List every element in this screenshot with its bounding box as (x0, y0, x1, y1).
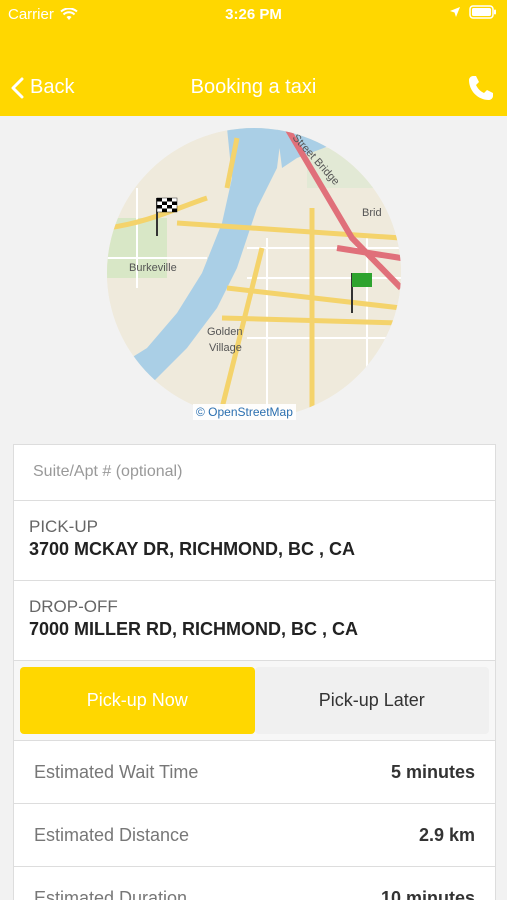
pickup-now-button[interactable]: Pick-up Now (20, 667, 255, 734)
status-bar: Carrier 3:26 PM (0, 0, 507, 30)
estimate-label: Estimated Distance (34, 824, 190, 845)
suite-apt-placeholder: Suite/Apt # (optional) (33, 463, 183, 480)
location-arrow-icon (450, 7, 460, 17)
dropoff-label: DROP-OFF (29, 597, 118, 616)
booking-form: Suite/Apt # (optional) PICK-UP 3700 MCKA… (13, 444, 496, 900)
dropoff-field[interactable]: DROP-OFF 7000 MILLER RD, RICHMOND, BC , … (13, 581, 496, 661)
estimate-row-distance: Estimated Distance 2.9 km (13, 804, 496, 867)
pickup-later-button[interactable]: Pick-up Later (254, 667, 489, 734)
page-title: Booking a taxi (190, 76, 317, 98)
estimate-label: Estimated Wait Time (34, 761, 199, 782)
pickup-field[interactable]: PICK-UP 3700 MCKAY DR, RICHMOND, BC , CA (13, 501, 496, 581)
clock: 3:26 PM (225, 6, 282, 23)
call-button[interactable] (467, 74, 495, 107)
suite-apt-field[interactable]: Suite/Apt # (optional) (13, 444, 496, 501)
phone-icon (469, 76, 493, 100)
estimate-row-wait: Estimated Wait Time 5 minutes (13, 741, 496, 804)
dropoff-address: 7000 MILLER RD, RICHMOND, BC , CA (29, 619, 359, 639)
map-attribution[interactable]: © OpenStreetMap (193, 404, 296, 420)
map-label-brid: Brid (362, 207, 382, 219)
route-map[interactable]: Burkeville Golden Village Street Bridge … (107, 128, 401, 420)
map-label-burkeville: Burkeville (129, 262, 177, 274)
map-view[interactable]: Burkeville Golden Village Street Bridge … (107, 128, 401, 418)
nav-bar: Back Booking a taxi (0, 62, 507, 116)
estimate-value: 10 minutes (380, 887, 475, 900)
estimate-label: Estimated Duration (34, 887, 188, 900)
pickup-time-toggle: Pick-up Now Pick-up Later (13, 661, 496, 741)
map-label-golden: Golden (207, 326, 242, 338)
pickup-address: 3700 MCKAY DR, RICHMOND, BC , CA (29, 539, 356, 559)
estimate-row-duration: Estimated Duration 10 minutes (13, 867, 496, 900)
estimate-value: 2.9 km (418, 824, 475, 845)
header: Carrier 3:26 PM Back Booking a taxi (0, 0, 507, 116)
map-graphic: Burkeville Golden Village Street Bridge … (107, 128, 401, 418)
estimate-value: 5 minutes (390, 761, 475, 782)
status-icons (449, 5, 497, 19)
pickup-label: PICK-UP (29, 517, 98, 536)
map-label-village: Village (209, 342, 242, 354)
battery-icon (469, 5, 496, 19)
